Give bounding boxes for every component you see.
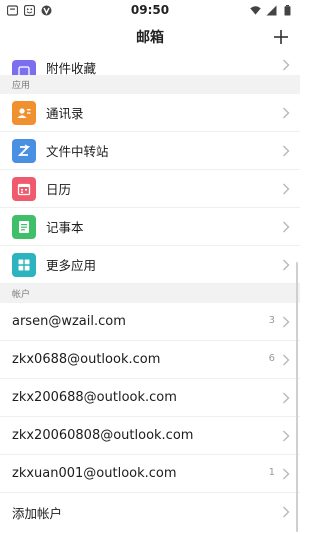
face-icon — [24, 4, 35, 16]
status-left-icons — [7, 4, 52, 16]
calendar-icon — [12, 176, 36, 201]
account-row[interactable]: zkx200688@outlook.com — [0, 379, 300, 417]
signal-icon — [266, 5, 277, 16]
chevron-right-icon — [283, 183, 290, 194]
unread-count: 1 — [268, 466, 275, 478]
chevron-right-icon — [283, 430, 290, 441]
account-row[interactable]: arsen@wzail.com 3 — [0, 303, 300, 341]
unread-count: 6 — [268, 352, 275, 364]
chevron-right-icon — [283, 354, 290, 365]
chevron-right-icon — [283, 145, 290, 156]
account-email: zkx200688@outlook.com — [12, 390, 177, 405]
vpn-icon — [41, 5, 52, 16]
wifi-icon — [250, 5, 261, 16]
list-item-label: 文件中转站 — [46, 144, 109, 159]
chevron-right-icon — [283, 221, 290, 232]
account-row[interactable]: zkx20060808@outlook.com — [0, 417, 300, 455]
list-item-contacts[interactable]: 通讯录 — [0, 94, 300, 132]
message-icon — [7, 4, 18, 16]
list-item-label: 记事本 — [46, 220, 84, 235]
file-transfer-icon — [12, 138, 36, 163]
notes-icon — [12, 214, 36, 239]
nav-bar: 邮箱 — [0, 20, 300, 54]
page-title: 邮箱 — [136, 30, 164, 46]
add-account-row[interactable]: 添加帐户 — [0, 493, 300, 531]
status-right-icons — [250, 4, 293, 16]
list-item-file-transfer[interactable]: 文件中转站 — [0, 132, 300, 170]
section-header-accounts: 帐户 — [0, 284, 300, 303]
chevron-right-icon — [283, 107, 290, 118]
contacts-icon — [12, 100, 36, 125]
add-account-label: 添加帐户 — [12, 505, 63, 521]
scrollbar[interactable] — [296, 262, 298, 532]
account-email: arsen@wzail.com — [12, 314, 126, 329]
list-item-calendar[interactable]: 日历 — [0, 170, 300, 208]
account-row[interactable]: zkxuan001@outlook.com 1 — [0, 455, 300, 493]
status-bar: 09:50 — [0, 0, 300, 20]
chevron-right-icon — [283, 392, 290, 403]
chevron-right-icon — [283, 468, 290, 479]
list-item-more-apps[interactable]: 更多应用 — [0, 246, 300, 284]
account-email: zkx20060808@outlook.com — [12, 428, 194, 443]
list-item-label: 更多应用 — [46, 258, 97, 273]
list-item-notes[interactable]: 记事本 — [0, 208, 300, 246]
chevron-right-icon — [283, 59, 290, 70]
chevron-right-icon — [283, 259, 290, 270]
plus-icon — [274, 30, 288, 44]
add-button[interactable] — [268, 24, 294, 50]
attachment-icon — [12, 60, 36, 75]
battery-icon — [282, 4, 293, 16]
list-item-label: 日历 — [46, 182, 72, 197]
list-item-label: 通讯录 — [46, 106, 84, 121]
list-item-attachments[interactable]: 附件收藏 — [0, 54, 300, 75]
unread-count: 3 — [268, 314, 275, 326]
account-row[interactable]: zkx0688@outlook.com 6 — [0, 341, 300, 379]
section-header-apps: 应用 — [0, 75, 300, 94]
list-item-label: 附件收藏 — [46, 61, 97, 75]
account-email: zkx0688@outlook.com — [12, 352, 161, 367]
mailbox-list[interactable]: 附件收藏 应用 通讯录 文件中转站 日历 记事本 更多应用 帐户 arsen@w… — [0, 54, 300, 534]
chevron-right-icon — [283, 316, 290, 327]
chevron-right-icon — [283, 506, 290, 518]
account-email: zkxuan001@outlook.com — [12, 466, 177, 481]
more-apps-icon — [12, 252, 36, 277]
